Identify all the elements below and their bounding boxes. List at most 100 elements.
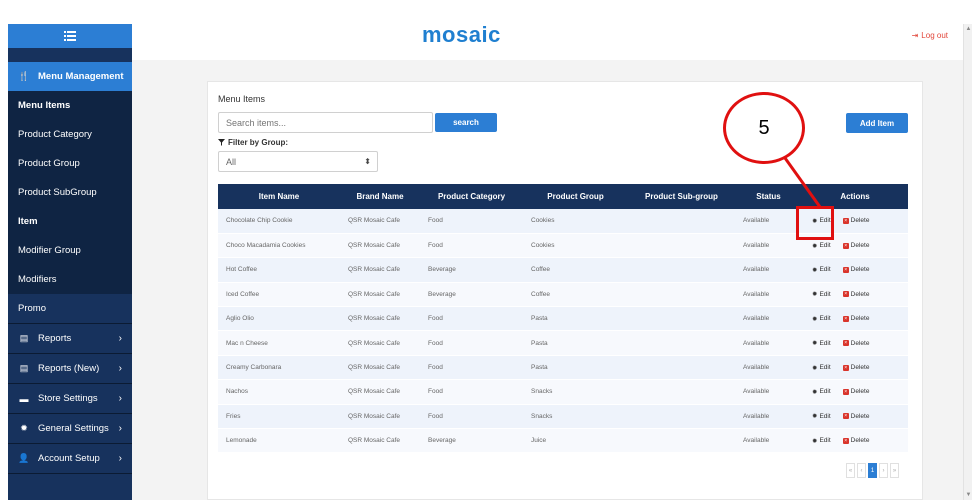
table-cell <box>628 282 735 308</box>
table-cell: Choco Macadamia Cookies <box>218 233 340 259</box>
gear-icon: ✹ <box>812 413 818 421</box>
table-cell: Available <box>735 257 802 283</box>
delete-button[interactable]: × Delete <box>842 340 869 347</box>
edit-label: Edit <box>819 339 831 347</box>
table-cell: Nachos <box>218 379 340 405</box>
delete-icon: × <box>842 242 849 249</box>
delete-label: Delete <box>850 242 870 250</box>
sidebar-toggle-button[interactable] <box>8 24 132 48</box>
table-cell: Available <box>735 306 802 332</box>
sidebar-item-modifiers[interactable]: Modifiers <box>8 265 132 294</box>
search-input[interactable] <box>218 112 433 133</box>
sidebar-item-product-category[interactable]: Product Category <box>8 120 132 149</box>
edit-button[interactable]: ✹ Edit <box>812 364 831 372</box>
page-current-button[interactable]: 1 <box>868 463 877 478</box>
sidebar-item-modifier-group[interactable]: Modifier Group <box>8 236 132 265</box>
delete-button[interactable]: × Delete <box>842 388 869 395</box>
delete-label: Delete <box>850 315 870 323</box>
sidebar-item-item[interactable]: Item <box>8 207 132 236</box>
page-nav-button[interactable]: « <box>846 463 855 478</box>
table-cell: Available <box>735 330 802 356</box>
edit-button[interactable]: ✹ Edit <box>812 412 831 421</box>
scroll-up-arrow-icon[interactable]: ▲ <box>965 26 972 32</box>
delete-button[interactable]: × Delete <box>842 217 869 224</box>
table-cell: Pasta <box>523 355 628 381</box>
table-cell: Coffee <box>523 257 628 283</box>
sidebar-item-product-group[interactable]: Product Group <box>8 149 132 178</box>
edit-label: Edit <box>819 266 831 274</box>
delete-button[interactable]: × Delete <box>842 315 870 323</box>
edit-button[interactable]: ✹ Edit <box>812 388 831 396</box>
edit-button[interactable]: ✹ Edit <box>812 437 831 445</box>
table-cell <box>628 404 735 430</box>
sidebar-item-reports[interactable]: ▤ Reports › <box>8 324 132 353</box>
table-cell: Food <box>420 379 523 405</box>
table-cell: QSR Mosaic Cafe <box>340 355 420 381</box>
table-cell: Available <box>735 379 802 405</box>
chevron-right-icon: › <box>118 333 122 344</box>
sidebar-item-label: Reports <box>38 333 72 344</box>
page-scrollbar[interactable]: ▲ ▼ <box>963 24 972 500</box>
column-header[interactable]: Brand Name <box>340 184 420 209</box>
sidebar-item-product-subgroup[interactable]: Product SubGroup <box>8 178 132 207</box>
sidebar-item-store-settings[interactable]: ▬ Store Settings › <box>8 384 132 413</box>
edit-button[interactable]: ✹ Edit <box>812 266 831 274</box>
table-cell: Available <box>735 233 802 259</box>
sidebar-item-label: Product Group <box>18 158 80 169</box>
sidebar-item-promo[interactable]: Promo <box>8 294 132 323</box>
fork-knife-icon: 🍴 <box>18 71 30 81</box>
add-item-button[interactable]: Add Item <box>846 113 908 133</box>
column-header[interactable]: Product Category <box>420 184 523 209</box>
report-icon: ▤ <box>19 363 29 373</box>
sidebar-item-menu-items[interactable]: Menu Items <box>8 91 132 120</box>
sidebar-item-reports-new[interactable]: ▤ Reports (New) › <box>8 354 132 383</box>
delete-button[interactable]: × Delete <box>842 266 869 273</box>
edit-label: Edit <box>819 412 831 420</box>
search-button[interactable]: search <box>435 113 497 132</box>
callout-number: 5 <box>758 116 770 139</box>
table-cell: Available <box>735 282 802 308</box>
edit-button[interactable]: ✹ Edit <box>812 290 831 299</box>
table-cell: QSR Mosaic Cafe <box>340 404 420 430</box>
sidebar-item-general-settings[interactable]: ✹ General Settings › <box>8 414 132 443</box>
scroll-down-arrow-icon[interactable]: ▼ <box>965 492 972 498</box>
delete-button[interactable]: × Delete <box>842 412 870 420</box>
delete-button[interactable]: × Delete <box>842 242 870 250</box>
table-cell <box>628 379 735 405</box>
logout-link[interactable]: ⇥ Log out <box>912 31 948 40</box>
page-nav-button[interactable]: › <box>879 463 888 478</box>
column-header[interactable]: Product Sub-group <box>628 184 735 209</box>
delete-button[interactable]: × Delete <box>842 364 869 371</box>
table-cell: QSR Mosaic Cafe <box>340 209 420 234</box>
delete-icon: × <box>842 217 849 224</box>
edit-button[interactable]: ✹ Edit <box>812 242 831 250</box>
table-cell: Snacks <box>523 379 628 405</box>
page-title: Menu Items <box>218 94 266 104</box>
table-cell: QSR Mosaic Cafe <box>340 428 420 454</box>
page-nav-button[interactable]: ‹ <box>857 463 866 478</box>
column-header[interactable]: Status <box>735 184 802 209</box>
edit-button[interactable]: ✹ Edit <box>812 339 831 348</box>
sidebar-item-label: Product Category <box>18 129 92 140</box>
column-header[interactable]: Product Group <box>523 184 628 209</box>
actions-cell: ✹ Edit × Delete <box>802 428 908 454</box>
table-cell: Beverage <box>420 282 523 308</box>
table-cell: Hot Coffee <box>218 257 340 283</box>
delete-button[interactable]: × Delete <box>842 437 869 444</box>
sidebar-item-label: Menu Items <box>18 100 71 111</box>
table-cell: Available <box>735 209 802 234</box>
page-nav-button[interactable]: » <box>890 463 899 478</box>
delete-button[interactable]: × Delete <box>842 291 869 298</box>
table-body: Chocolate Chip Cookie QSR Mosaic Cafe Food… <box>218 209 908 454</box>
sidebar-item-label: Menu Management <box>38 71 124 82</box>
group-filter-select[interactable]: All ⬍ <box>218 151 378 172</box>
column-header[interactable]: Item Name <box>218 184 340 209</box>
table-cell: Beverage <box>420 257 523 283</box>
actions-cell: ✹ Edit × Delete <box>802 330 908 356</box>
delete-label: Delete <box>850 412 870 420</box>
sidebar-item-account-setup[interactable]: 👤 Account Setup › <box>8 444 132 473</box>
edit-button[interactable]: ✹ Edit <box>812 315 831 323</box>
pagination: «‹ 1 ›» <box>846 463 899 478</box>
table-cell: QSR Mosaic Cafe <box>340 282 420 308</box>
sidebar-item-menu-management[interactable]: 🍴 Menu Management <box>8 62 132 91</box>
